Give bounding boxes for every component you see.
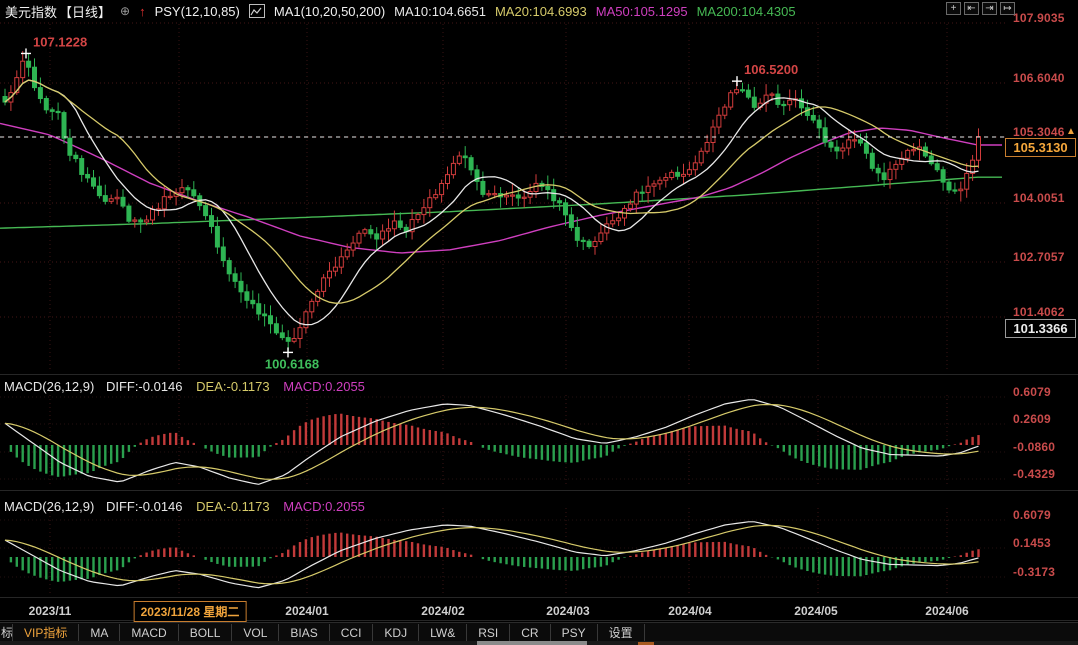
macd-axis-label: -0.3173	[1013, 565, 1056, 579]
price-up-arrow-icon: ▲	[1066, 126, 1076, 137]
chart-canvas[interactable]: 107.1228 106.5200 100.6168	[0, 0, 1078, 645]
toolbar-item-RSI[interactable]: RSI	[467, 623, 511, 642]
scale-right-icon[interactable]: ⇥	[982, 2, 997, 15]
low-price-box: 101.3366	[1005, 319, 1076, 338]
time-axis-label: 2023/11	[28, 604, 72, 618]
current-price-box: 105.3130	[1005, 138, 1076, 157]
pan-icon[interactable]: +	[946, 2, 961, 15]
scrollbar-thumb[interactable]	[477, 641, 587, 645]
macd-axis-label: 0.1453	[1013, 536, 1051, 550]
time-axis-label: 2024/02	[421, 604, 465, 618]
toolbar-item-BOLL[interactable]: BOLL	[179, 623, 233, 642]
price-marker-label: 107.1228	[33, 34, 87, 49]
horizontal-scrollbar[interactable]	[0, 641, 1078, 645]
macd-pane1-header: MACD(26,12,9) DIFF:-0.0146 DEA:-0.1173 M…	[4, 379, 365, 394]
candlestick-series	[2, 51, 981, 353]
macd-name[interactable]: MACD(26,12,9)	[4, 499, 94, 514]
price-marker-label: 106.5200	[744, 62, 798, 77]
time-axis-label: 2024/01	[285, 604, 329, 618]
toolbar-item-LW&[interactable]: LW&	[419, 623, 468, 642]
price-axis-label: 102.7057	[1013, 250, 1065, 264]
toolbar-item-设置[interactable]: 设置	[598, 623, 645, 642]
macd-pane2-header: MACD(26,12,9) DIFF:-0.0146 DEA:-0.1173 M…	[4, 499, 365, 514]
pan-right-icon[interactable]: ↦	[1000, 2, 1015, 15]
macd-axis-label: 0.6079	[1013, 508, 1051, 522]
toolbar-item-CR[interactable]: CR	[510, 623, 551, 642]
chart-header: 美元指数 【日线】 ⊕ ↑ PSY(12,10,85) MA1(10,20,50…	[0, 0, 1078, 22]
macd-pane-1	[4, 399, 980, 485]
ma-set-label[interactable]: MA1(10,20,50,200)	[274, 4, 385, 19]
up-trend-arrow-icon: ↑	[139, 3, 146, 19]
price-axis-label: 105.3046	[1013, 125, 1065, 139]
toolbar-item-PSY[interactable]: PSY	[551, 623, 598, 642]
price-axis-label: 104.0051	[1013, 191, 1065, 205]
time-axis-label: 2024/04	[668, 604, 712, 618]
diff-value: DIFF:-0.0146	[105, 499, 183, 514]
circle-plus-icon[interactable]: ⊕	[120, 4, 130, 18]
macd-axis-label: 0.6079	[1013, 385, 1051, 399]
toolbar-item-CCI[interactable]: CCI	[330, 623, 374, 642]
toolbar-item-BIAS[interactable]: BIAS	[279, 623, 330, 642]
ma10-value: MA10:104.6651	[394, 3, 486, 19]
toolbar-item-KDJ[interactable]: KDJ	[373, 623, 420, 642]
ma20-value: MA20:104.6993	[494, 3, 587, 19]
dea-value: DEA:-0.1173	[196, 379, 270, 394]
indicator-toolbar: 标 VIP指标 MA MACD BOLL VOL BIAS CCI KDJ LW& RSI CR PSY…	[0, 622, 1078, 642]
period-label: 【日线】	[59, 4, 112, 20]
macd-value: MACD:0.2055	[283, 499, 365, 514]
macd-axis-label: -0.0860	[1013, 440, 1056, 454]
time-axis-label: 2024/05	[794, 604, 838, 618]
indicator-label[interactable]: PSY(12,10,85)	[155, 4, 240, 19]
toolbar-item-MA[interactable]: MA	[79, 623, 121, 642]
time-axis-label: 2024/03	[546, 604, 590, 618]
toolbar-item-VIP指标[interactable]: VIP指标	[13, 623, 80, 642]
macd-axis-label: 0.2609	[1013, 412, 1051, 426]
ma200-value: MA200:104.4305	[696, 3, 796, 19]
toolbar-item-VOL[interactable]: VOL	[232, 623, 280, 642]
macd-pane-2	[4, 521, 980, 589]
macd-axis-label: -0.4329	[1013, 467, 1056, 481]
diff-value: DIFF:-0.0146	[105, 379, 183, 394]
price-axis-label: 101.4062	[1013, 305, 1065, 319]
chart-window-buttons: + ⇤ ⇥ ↦	[946, 2, 1015, 15]
ma50-value: MA50:105.1295	[595, 3, 688, 19]
crosshair-date-label: 2023/11/28 星期二	[133, 601, 247, 622]
time-axis-label: 2024/06	[925, 604, 969, 618]
toolbar-item-标[interactable]: 标	[0, 623, 13, 642]
macd-name[interactable]: MACD(26,12,9)	[4, 379, 94, 394]
scale-left-icon[interactable]: ⇤	[964, 2, 979, 15]
price-axis-label: 106.6040	[1013, 71, 1065, 85]
macd-value: MACD:0.2055	[283, 379, 365, 394]
price-marker-label: 100.6168	[265, 356, 319, 371]
dea-value: DEA:-0.1173	[196, 499, 270, 514]
toolbar-item-MACD[interactable]: MACD	[120, 623, 179, 642]
chart-type-icon[interactable]	[248, 4, 265, 18]
symbol-title: 美元指数	[5, 4, 58, 20]
